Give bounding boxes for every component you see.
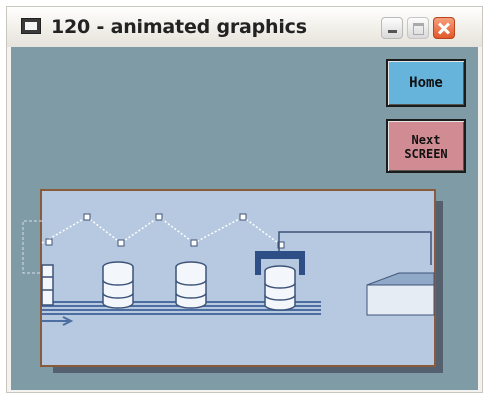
graphics-panel	[42, 191, 434, 365]
client-area: Home Next SCREEN	[11, 47, 478, 390]
maximize-button[interactable]	[407, 17, 429, 39]
application-window: 120 - animated graphics Home Next SCREEN	[6, 6, 483, 393]
app-window-icon[interactable]	[21, 18, 41, 34]
minimize-button[interactable]	[381, 17, 403, 39]
title-bar[interactable]: 120 - animated graphics	[7, 7, 482, 47]
dashed-guide	[22, 220, 42, 274]
receiving-box	[366, 284, 435, 316]
close-button[interactable]	[433, 17, 455, 39]
window-title: 120 - animated graphics	[51, 16, 307, 38]
canister-icon	[175, 261, 207, 309]
canister-icon	[102, 261, 134, 309]
canister-icon	[41, 264, 54, 306]
animated-graphics-scene	[22, 189, 443, 373]
canister-icon	[264, 265, 296, 311]
